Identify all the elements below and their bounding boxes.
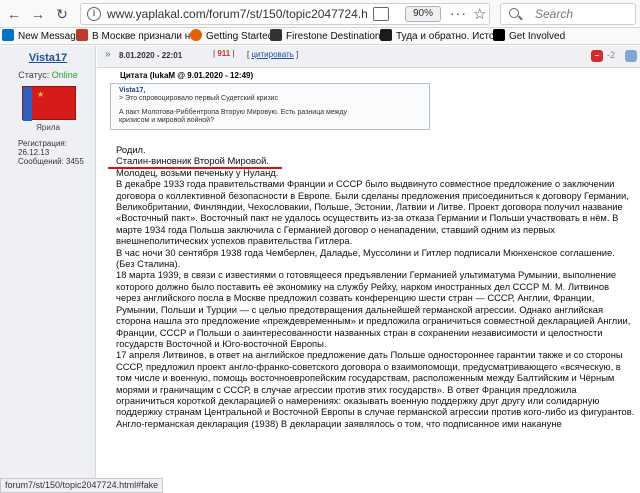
flag-avatar: ★ <box>22 86 76 121</box>
search-placeholder: Search <box>535 7 574 21</box>
address-bar[interactable]: i www.yaplakal.com/forum7/st/150/topic20… <box>80 3 490 25</box>
search-icon <box>509 8 519 18</box>
search-box[interactable]: Search <box>500 3 636 25</box>
quote-box: Vista17, > Это спровоцировало первый Суд… <box>110 83 430 130</box>
url-text[interactable]: www.yaplakal.com/forum7/st/150/topic2047… <box>107 7 367 21</box>
flag-label: Ярила <box>36 123 60 132</box>
post-anchor-icon[interactable]: » <box>105 49 111 60</box>
post-paragraph: 18 марта 1939, в связи с известиями о го… <box>116 269 631 349</box>
post-paragraph: Англо-германская декларация (1938) В дек… <box>116 417 562 429</box>
back-arrow-icon[interactable]: ← <box>4 4 24 24</box>
site-info-icon[interactable]: i <box>87 7 101 21</box>
firefox-icon <box>190 29 202 41</box>
cite-link[interactable]: [ цитировать ] <box>247 50 298 59</box>
bookmark-item[interactable]: Getting Started <box>190 29 273 44</box>
red-underline-annotation <box>108 167 282 169</box>
bookmark-item[interactable]: Туда и обратно. Исто... <box>380 29 503 44</box>
page-actions-icon[interactable]: ··· <box>450 5 467 21</box>
forward-arrow-icon[interactable]: → <box>28 4 48 24</box>
firestone-icon <box>270 29 282 41</box>
post-date: 8.01.2020 - 22:01 <box>119 51 183 60</box>
bookmark-item[interactable]: Firestone Destination ... <box>270 29 392 44</box>
post-rating: -2 <box>607 50 616 60</box>
zoom-indicator[interactable]: 90% <box>405 6 441 22</box>
reload-icon[interactable]: ↻ <box>52 4 72 24</box>
outlook-icon <box>2 29 14 41</box>
thumb-up-icon[interactable] <box>625 50 637 62</box>
post-paragraph: Сталин-виновник Второй Мировой. <box>116 155 269 167</box>
mozilla-icon <box>493 29 505 41</box>
book-icon <box>380 29 392 41</box>
bookmark-item[interactable]: Get Involved <box>493 29 565 44</box>
quote-title: Цитата (lukaM @ 9.01.2020 - 12:49) <box>120 71 254 80</box>
status-bar-link: forum7/st/150/topic2047724.html#fake <box>0 478 164 493</box>
post-paragraph: В час ночи 30 сентября 1938 года Чемберл… <box>116 246 615 270</box>
bookmark-star-icon[interactable]: ☆ <box>473 5 486 23</box>
post-body: Родил. Сталин-виновник Второй Мировой. М… <box>116 144 636 429</box>
post-number[interactable]: | 911 | <box>213 49 235 58</box>
post-paragraph: Родил. <box>116 144 146 155</box>
bookmark-item[interactable]: New Message <box>2 29 81 44</box>
post-header: » 8.01.2020 - 22:01 | 911 | [ цитировать… <box>97 46 640 68</box>
bookmark-item[interactable]: В Москве признали н... <box>76 29 199 44</box>
author-name[interactable]: Vista17 <box>0 52 96 64</box>
author-status: Статус: Online <box>18 70 78 80</box>
browser-toolbar: ← → ↻ i www.yaplakal.com/forum7/st/150/t… <box>0 0 640 28</box>
flag-star-icon: ★ <box>37 90 45 99</box>
post-paragraph: В декабре 1933 года правительствами Фран… <box>116 178 629 247</box>
registration-info: Регистрация: 26.12.13 Сообщений: 3455 <box>18 139 84 166</box>
news-icon <box>76 29 88 41</box>
flag-stripe <box>23 87 32 121</box>
bookmarks-bar: New Message В Москве признали н... Getti… <box>0 28 640 45</box>
quote-block: Цитата (lukaM @ 9.01.2020 - 12:49) Vista… <box>110 71 430 130</box>
reader-view-icon[interactable] <box>373 7 389 21</box>
post-paragraph: 17 апреля Литвинов, в ответ на английско… <box>116 349 635 418</box>
author-panel: Vista17 Статус: Online ★ Ярила Регистрац… <box>0 46 96 493</box>
thumb-down-icon[interactable]: – <box>591 50 603 62</box>
